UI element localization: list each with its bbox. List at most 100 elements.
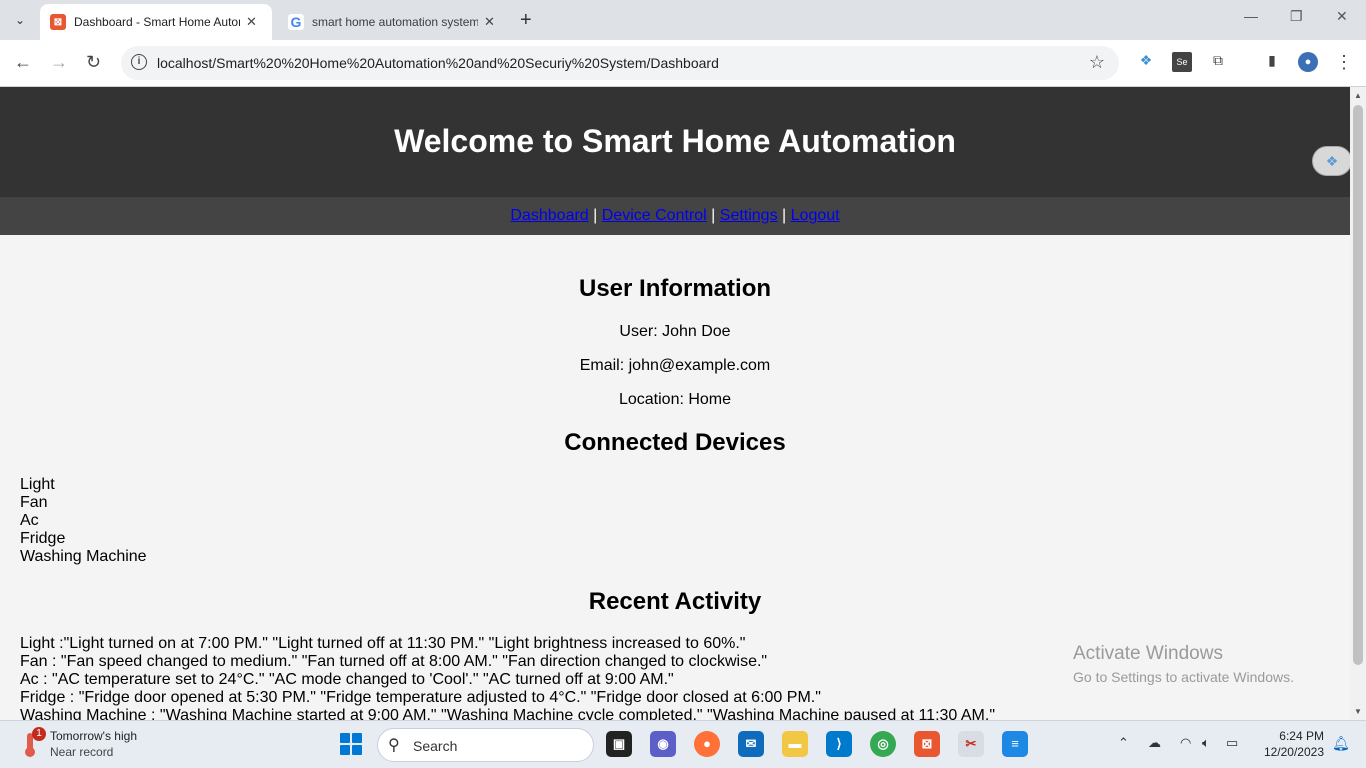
menu-kebab-icon[interactable]: ⋮ [1334, 52, 1354, 72]
close-tab-icon[interactable]: ✕ [484, 14, 500, 30]
bookmark-star-icon[interactable]: ☆ [1089, 52, 1105, 73]
list-item: Light [20, 476, 55, 493]
google-favicon-icon: G [288, 14, 304, 30]
connected-devices-heading: Connected Devices [564, 429, 786, 456]
battery-icon[interactable]: ▭ [1226, 735, 1238, 751]
site-header: Welcome to Smart Home Automation [0, 87, 1350, 197]
minimize-icon: — [1244, 8, 1258, 24]
xampp-icon[interactable]: ⊠ [914, 731, 940, 757]
minimize-button[interactable]: — [1244, 8, 1258, 24]
user-location: Location: Home [618, 391, 732, 408]
notifications-bell-icon[interactable]: 🔔︎ [1332, 735, 1350, 752]
tab-title: smart home automation system [312, 15, 478, 29]
profile-avatar-icon[interactable]: ● [1298, 52, 1318, 72]
watermark-subtitle: Go to Settings to activate Windows. [1073, 669, 1294, 685]
page-viewport: Welcome to Smart Home Automation ❖ Dashb… [0, 87, 1350, 720]
restore-button[interactable]: ❐ [1290, 8, 1303, 25]
scroll-down-icon[interactable]: ▼ [1354, 707, 1362, 716]
file-explorer-icon[interactable]: ▬ [782, 731, 808, 757]
user-information-heading: User Information [578, 275, 772, 302]
notification-badge: 1 [32, 727, 46, 741]
mail-icon[interactable]: ✉ [738, 731, 764, 757]
list-item: Washing Machine [20, 548, 147, 565]
arrow-left-icon: ← [14, 52, 32, 72]
tab-google-search[interactable]: G smart home automation system ✕ [278, 4, 510, 40]
clock-date: 12/20/2023 [1263, 745, 1324, 759]
onedrive-cloud-icon[interactable]: ☁ [1148, 735, 1161, 751]
extension-icon[interactable]: ❖ [1136, 52, 1156, 72]
tab-search-button[interactable]: ⌄ [8, 8, 32, 32]
user-information-section: User Information User: John Doe Email: j… [0, 275, 1350, 409]
connected-devices-section: Connected Devices Light Fan Ac Fridge Wa… [0, 429, 1350, 566]
browser-toolbar: ← → ↻ i localhost/Smart%20%20Home%20Auto… [0, 40, 1366, 87]
start-button[interactable] [340, 733, 362, 755]
nav-separator: | [711, 207, 716, 224]
notepad-icon[interactable]: ≡ [1002, 731, 1028, 757]
browser-tab-strip: ⌄ ⊠ Dashboard - Smart Home Automation ✕ … [0, 0, 1366, 40]
back-button[interactable]: ← [14, 52, 32, 73]
weather-headline: Tomorrow's high [50, 729, 137, 743]
list-item: Ac [20, 512, 39, 529]
windows-logo-icon [352, 733, 362, 743]
windows-logo-icon [352, 745, 362, 755]
show-hidden-icons-chevron-icon[interactable]: ⌃ [1118, 735, 1129, 751]
nav-separator: | [782, 207, 787, 224]
wifi-icon[interactable]: ◠ [1180, 735, 1191, 751]
close-tab-icon[interactable]: ✕ [246, 14, 262, 30]
list-item: Fridge [20, 530, 66, 547]
firefox-icon[interactable]: ● [694, 731, 720, 757]
arrow-right-icon: → [50, 52, 68, 72]
close-window-button[interactable]: ✕ [1336, 8, 1348, 25]
url-text[interactable]: localhost/Smart%20%20Home%20Automation%2… [157, 55, 719, 71]
volume-icon[interactable]: 🔈︎ [1202, 735, 1210, 751]
reload-icon: ↻ [86, 52, 102, 72]
close-icon: ✕ [1336, 8, 1348, 24]
search-label: Search [413, 738, 458, 754]
restore-icon: ❐ [1290, 8, 1303, 24]
tab-title: Dashboard - Smart Home Automation [74, 15, 240, 29]
nav-dashboard-link[interactable]: Dashboard [510, 207, 588, 224]
floating-extension-icon[interactable]: ❖ [1312, 146, 1350, 176]
activate-windows-watermark: Activate Windows Go to Settings to activ… [1073, 643, 1294, 685]
reload-button[interactable]: ↻ [86, 52, 101, 73]
system-clock[interactable]: 6:24 PM 12/20/2023 [1258, 729, 1324, 759]
nav-settings-link[interactable]: Settings [720, 207, 778, 224]
list-item: Fridge : "Fridge door opened at 5:30 PM.… [20, 689, 821, 706]
plus-icon: + [520, 9, 532, 31]
taskbar-search-box[interactable]: ⚲ Search [377, 728, 594, 762]
chevron-down-icon: ⌄ [14, 13, 26, 27]
windows-logo-icon [340, 733, 350, 743]
weather-detail: Near record [50, 745, 114, 759]
teams-chat-icon[interactable]: ◉ [650, 731, 676, 757]
puzzle-extensions-icon[interactable]: ⧉ [1208, 52, 1228, 72]
task-view-icon[interactable]: ▣ [606, 731, 632, 757]
scrollbar-thumb[interactable] [1353, 105, 1363, 665]
user-email: Email: john@example.com [579, 357, 771, 374]
tab-dashboard[interactable]: ⊠ Dashboard - Smart Home Automation ✕ [40, 4, 272, 40]
windows-logo-icon [340, 745, 350, 755]
watermark-title: Activate Windows [1073, 643, 1223, 664]
scroll-up-icon[interactable]: ▲ [1354, 91, 1362, 100]
selenium-extension-icon[interactable]: Se [1172, 52, 1192, 72]
recent-activity-heading: Recent Activity [588, 588, 762, 615]
main-nav: Dashboard | Device Control | Settings | … [0, 197, 1350, 235]
side-panel-icon[interactable]: ▮ [1262, 52, 1282, 72]
site-info-icon[interactable]: i [131, 54, 147, 70]
nav-separator: | [593, 207, 598, 224]
list-item: Washing Machine : "Washing Machine start… [20, 707, 995, 720]
user-name: User: John Doe [619, 323, 731, 340]
vscode-icon[interactable]: ⟩ [826, 731, 852, 757]
xampp-favicon-icon: ⊠ [50, 14, 66, 30]
clock-time: 6:24 PM [1279, 729, 1324, 743]
search-icon: ⚲ [388, 737, 400, 754]
nav-device-control-link[interactable]: Device Control [602, 207, 707, 224]
address-bar[interactable]: i localhost/Smart%20%20Home%20Automation… [121, 46, 1119, 80]
chrome-icon[interactable]: ◎ [870, 731, 896, 757]
list-item: Fan [20, 494, 48, 511]
new-tab-button[interactable]: + [520, 9, 532, 32]
forward-button[interactable]: → [50, 52, 68, 73]
snipping-tool-icon[interactable]: ✂ [958, 731, 984, 757]
nav-logout-link[interactable]: Logout [791, 207, 840, 224]
page-scrollbar[interactable]: ▲ ▼ [1350, 87, 1366, 720]
device-list: Light Fan Ac Fridge Washing Machine [0, 476, 1350, 566]
